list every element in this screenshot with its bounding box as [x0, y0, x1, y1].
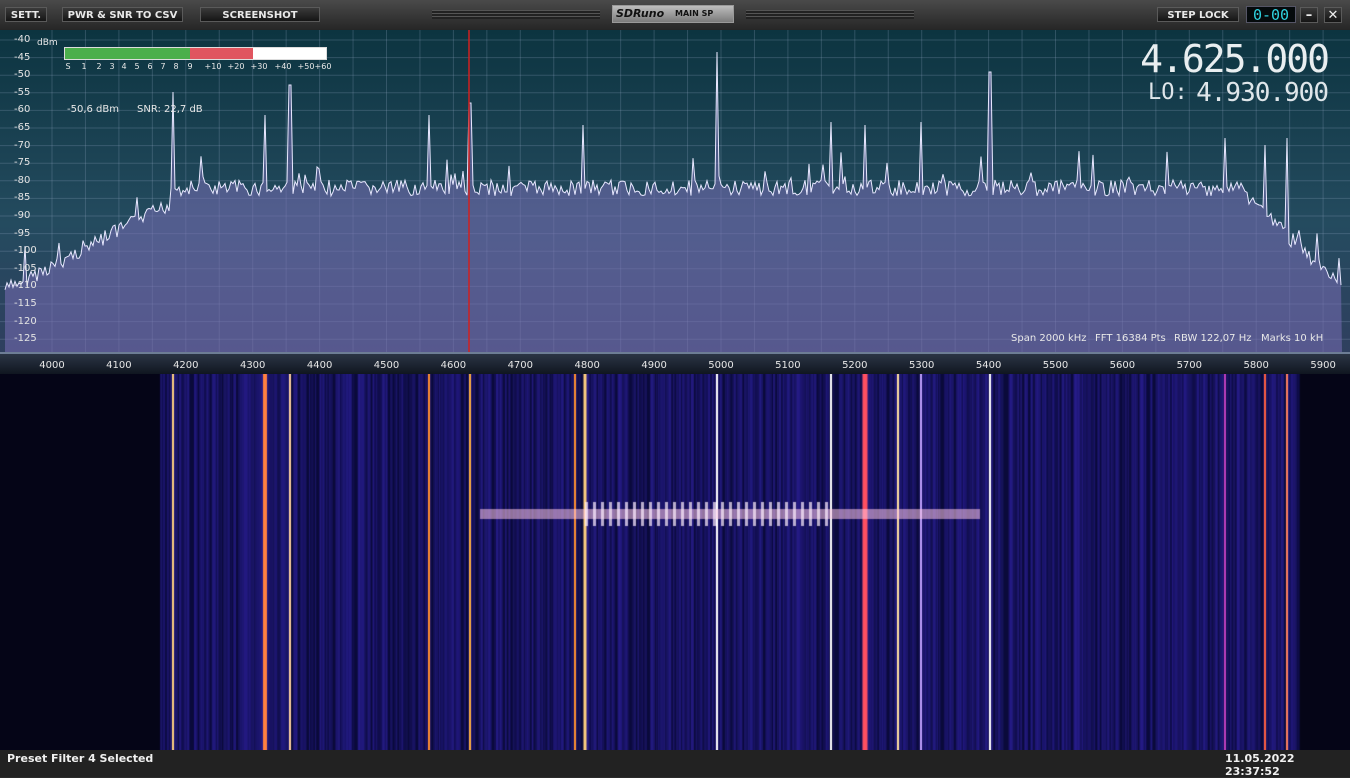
s-meter-green-fill [65, 48, 191, 59]
rbw-info: RBW 122,07 Hz [1174, 333, 1252, 344]
frequency-tick-label: 4500 [373, 360, 400, 371]
db-tick-label: -80 [14, 174, 31, 186]
s-meter-label: 6 [147, 62, 153, 71]
db-tick-label: -55 [14, 86, 31, 98]
frequency-tick-label: 4000 [39, 360, 65, 371]
status-message: Preset Filter 4 Selected [7, 752, 154, 765]
frequency-tick-label: 4200 [173, 360, 199, 371]
s-meter-label: 8 [173, 62, 179, 71]
db-tick-label: -110 [14, 280, 37, 292]
s-meter-label: +40 [274, 62, 292, 71]
db-tick-label: -125 [14, 333, 37, 345]
frequency-tick-label: 5200 [842, 360, 868, 371]
frequency-tick-label: 5400 [975, 360, 1002, 371]
logo-subtitle: MAIN SP [675, 9, 714, 18]
frequency-tick-label: 5300 [908, 360, 935, 371]
db-tick-label: -50 [14, 69, 31, 81]
db-tick-label: -105 [14, 262, 37, 274]
close-button[interactable]: ✕ [1324, 7, 1342, 23]
sdruno-logo: SDRuno MAIN SP [612, 5, 734, 23]
s-meter [64, 47, 327, 60]
s-meter-label: 4 [121, 62, 127, 71]
db-tick-label: -70 [14, 139, 31, 151]
db-tick-label: -75 [14, 157, 31, 169]
s-meter-label: 9 [187, 62, 193, 71]
s-meter-label: +20 [227, 62, 245, 71]
marks-info: Marks 10 kH [1261, 333, 1324, 344]
status-bar [0, 750, 1350, 777]
frequency-tick-label: 5600 [1109, 360, 1136, 371]
drag-grip-right[interactable] [746, 10, 914, 19]
step-lock-button[interactable]: STEP LOCK [1157, 7, 1239, 22]
frequency-tick-label: 5000 [708, 360, 734, 371]
frequency-tick-label: 4600 [440, 360, 467, 371]
s-meter-label: +50 [297, 62, 315, 71]
pwr-snr-csv-button[interactable]: PWR & SNR TO CSV [62, 7, 183, 22]
db-tick-label: -60 [14, 104, 31, 116]
screenshot-button[interactable]: SCREENSHOT [200, 7, 320, 22]
db-tick-label: -115 [14, 298, 37, 309]
minimize-button[interactable]: – [1300, 7, 1318, 23]
s-meter-label: 7 [160, 62, 166, 71]
settings-button[interactable]: SETT. [5, 7, 47, 22]
s-meter-label: S [65, 62, 71, 71]
db-tick-label: -40 [14, 34, 31, 45]
logo-brand: SDRuno [616, 7, 665, 20]
title-bar: SETT. PWR & SNR TO CSV SCREENSHOT SDRuno… [0, 0, 1350, 31]
s-meter-label: 5 [134, 62, 140, 71]
db-tick-label: -85 [14, 192, 31, 204]
snr-readout: SNR: 22,7 dB [137, 104, 203, 115]
frequency-tick-label: 4700 [507, 360, 534, 371]
waterfall-canvas [0, 374, 1350, 750]
drag-grip-left[interactable] [432, 10, 600, 19]
s-meter-red-fill [190, 48, 253, 59]
db-tick-label: -95 [14, 227, 31, 239]
db-tick-label: -45 [14, 51, 31, 63]
unit-label: dBm [37, 38, 58, 48]
frequency-tick-label: 4100 [106, 360, 132, 371]
db-tick-label: -100 [14, 245, 37, 257]
frequency-tick-label: 4400 [306, 360, 333, 371]
span-info: Span 2000 kHz [1011, 333, 1087, 344]
status-datetime: 11.05.2022 23:37:52 [1225, 752, 1295, 778]
frequency-axis[interactable]: 4000 4100 4200 4300 4400 4500 4600 4700 4800 4900… [0, 352, 1350, 374]
frequency-tick-label: 5700 [1176, 360, 1203, 371]
lo-frequency[interactable]: 4.930.900 [1196, 78, 1329, 108]
db-tick-label: -120 [14, 315, 37, 327]
waterfall-display[interactable] [0, 374, 1350, 750]
power-readout: -50,6 dBm [67, 104, 120, 115]
frequency-tick-label: 5800 [1243, 360, 1269, 371]
db-tick-label: -90 [14, 210, 31, 221]
frequency-tick-label: 5500 [1042, 360, 1069, 371]
frequency-tick-label: 4900 [641, 360, 667, 371]
s-meter-label: +30 [250, 62, 268, 71]
s-meter-label: 2 [96, 62, 102, 71]
frequency-tick-label: 4300 [239, 360, 266, 371]
spectrum-fill [5, 52, 1342, 352]
vfo-frequency[interactable]: 4.625.000 [1140, 37, 1330, 81]
s-meter-label: +10 [204, 62, 222, 71]
s-meter-label: 3 [109, 62, 115, 71]
frequency-tick-label: 5900 [1310, 360, 1336, 371]
step-display: 0-00 [1246, 6, 1296, 24]
lo-label: LO: [1148, 80, 1188, 105]
db-tick-label: -65 [14, 122, 31, 133]
frequency-tick-label: 5100 [775, 360, 801, 371]
s-meter-label: 1 [81, 62, 87, 71]
s-meter-label: +60 [314, 62, 332, 71]
frequency-tick-label: 4800 [574, 360, 600, 371]
fft-info: FFT 16384 Pts [1095, 333, 1166, 344]
